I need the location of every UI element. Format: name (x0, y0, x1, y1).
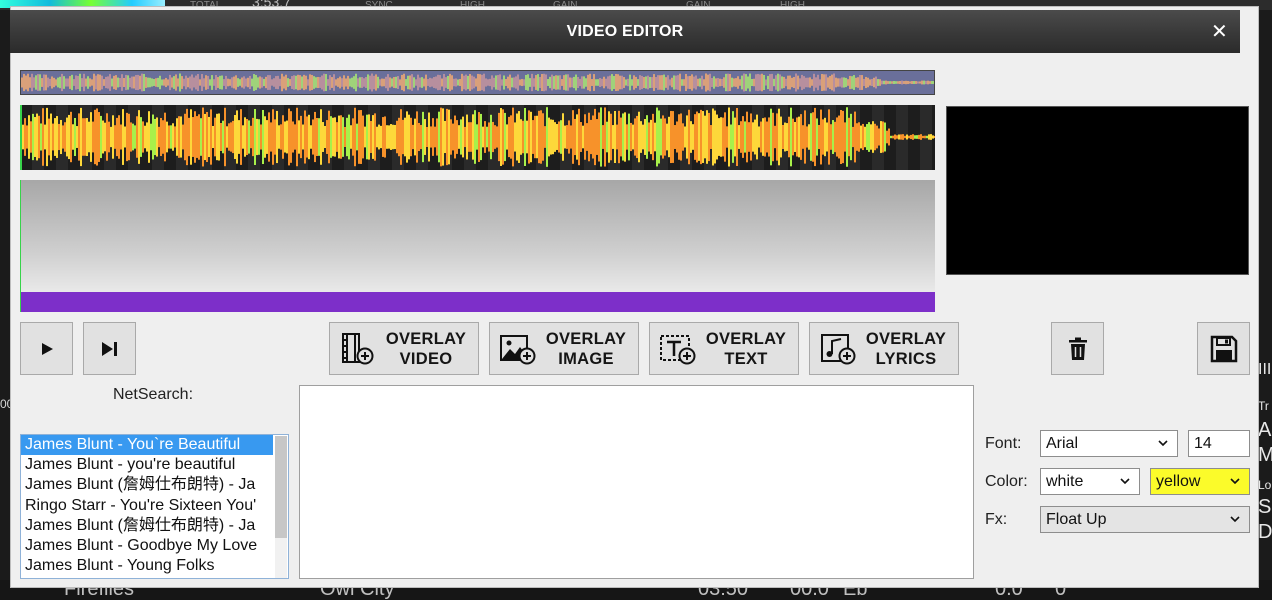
play-icon (41, 342, 53, 355)
font-size-input[interactable] (1188, 430, 1250, 457)
skip-next-icon (101, 341, 117, 356)
dialog-titlebar[interactable]: VIDEO EDITOR ✕ (10, 10, 1240, 53)
text-add-icon (660, 334, 696, 364)
video-preview (946, 106, 1249, 275)
overlay-image-button[interactable]: OVERLAY IMAGE (489, 322, 639, 375)
overlay-image-line1: OVERLAY (545, 329, 627, 348)
list-item[interactable]: James Blunt - You`re Beautiful (21, 435, 273, 456)
host-right-label-1: III (1258, 361, 1272, 378)
video-timeline[interactable] (20, 180, 935, 312)
overlay-text-button[interactable]: OVERLAY TEXT (649, 322, 799, 375)
skip-next-button[interactable] (83, 322, 136, 375)
host-right-letter-1: A (1258, 419, 1272, 441)
overview-waveform-graphic (21, 73, 935, 92)
list-scrollbar-track[interactable] (275, 538, 287, 578)
font-select[interactable]: Arial (1040, 430, 1178, 457)
list-item[interactable]: James Blunt - you're beautiful (21, 455, 273, 475)
overlay-text-area[interactable] (299, 385, 974, 579)
list-item[interactable]: Ringo Starr - You're Sixteen You' (21, 496, 273, 516)
color-select-value: white (1046, 473, 1084, 490)
play-button[interactable] (20, 322, 73, 375)
overlay-video-button[interactable]: OVERLAY VIDEO (329, 322, 479, 375)
host-right-letter-4: S (1258, 496, 1272, 518)
chevron-down-icon (1229, 469, 1241, 502)
color-select[interactable]: white (1040, 468, 1140, 495)
font-select-value: Arial (1046, 435, 1079, 452)
netsearch-label: NetSearch: (112, 386, 194, 403)
fx-select-value: Float Up (1046, 511, 1107, 528)
main-waveform-graphic (20, 105, 944, 170)
overlay-image-line2: IMAGE (558, 349, 614, 368)
secondary-color-select[interactable]: yellow (1150, 468, 1250, 495)
overlay-lyrics-line1: OVERLAY (865, 329, 947, 348)
overlay-text-line2: TEXT (724, 349, 768, 368)
overlay-video-line1: OVERLAY (385, 329, 467, 348)
secondary-color-select-value: yellow (1156, 473, 1201, 490)
timeline-playhead[interactable] (20, 180, 21, 312)
floppy-disk-icon (1210, 335, 1237, 362)
film-add-icon (342, 332, 374, 364)
overlay-text-line1: OVERLAY (705, 329, 787, 348)
host-right-label-2: Tr (1258, 399, 1269, 413)
host-right-letter-5: D (1258, 521, 1272, 543)
overlay-video-line2: VIDEO (399, 349, 453, 368)
list-item[interactable]: James Blunt (詹姆仕布朗特) - Ja (21, 475, 273, 495)
trash-icon (1068, 337, 1087, 360)
timeline-overlay-lane[interactable] (20, 292, 935, 312)
list-scrollbar-thumb[interactable] (275, 436, 287, 538)
chevron-down-icon (1157, 431, 1169, 464)
fx-select[interactable]: Float Up (1040, 506, 1250, 533)
list-item[interactable]: James Blunt - Young Folks (21, 556, 273, 576)
chevron-down-icon (1229, 507, 1241, 540)
host-right-letter-3: Lo (1258, 478, 1272, 492)
list-item[interactable]: James Blunt (詹姆仕布朗特) - Ja (21, 516, 273, 536)
host-right-letter-2: M (1258, 444, 1272, 466)
fx-label: Fx: (985, 511, 1008, 528)
close-icon[interactable]: ✕ (1211, 10, 1228, 54)
main-waveform[interactable] (20, 105, 944, 170)
overlay-lyrics-line2: LYRICS (875, 349, 937, 368)
font-label: Font: (985, 435, 1022, 452)
chevron-down-icon (1119, 469, 1131, 502)
overview-waveform[interactable] (20, 70, 935, 95)
delete-button[interactable] (1051, 322, 1104, 375)
image-add-icon (500, 334, 536, 364)
color-label: Color: (985, 473, 1028, 490)
dialog-title: VIDEO EDITOR (566, 23, 684, 40)
overlay-lyrics-button[interactable]: OVERLAY LYRICS (809, 322, 959, 375)
save-button[interactable] (1197, 322, 1250, 375)
list-item[interactable]: James Blunt - Goodbye My Love (21, 536, 273, 556)
netsearch-results-list[interactable]: James Blunt - You`re Beautiful James Blu… (20, 434, 289, 579)
music-add-icon (821, 333, 856, 364)
